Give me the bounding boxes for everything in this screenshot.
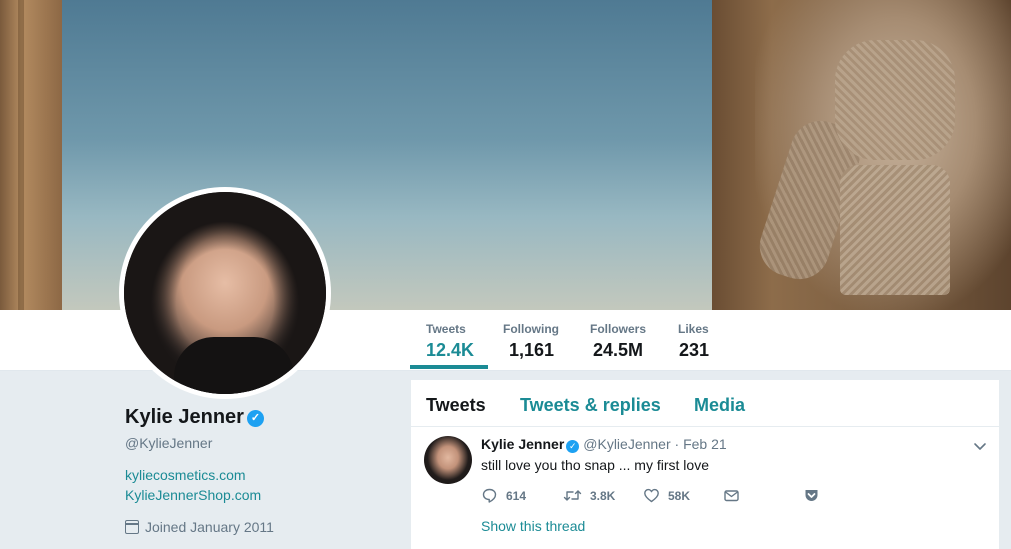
avatar-photo <box>124 192 326 394</box>
pocket-icon <box>805 490 818 501</box>
pocket-button[interactable] <box>803 487 828 504</box>
verified-badge-icon: ✓ <box>246 410 264 427</box>
tweet-author-handle[interactable]: @KylieJenner <box>583 436 670 452</box>
profile-link-website[interactable]: kyliecosmetics.com <box>125 467 246 483</box>
like-icon <box>644 488 659 503</box>
retweet-count: 3.8K <box>590 489 616 503</box>
retweet-icon <box>563 490 582 501</box>
retweet-button[interactable]: 3.8K <box>563 487 615 504</box>
profile-link-shop[interactable]: KylieJennerShop.com <box>125 487 261 503</box>
reply-count: 614 <box>506 489 527 503</box>
stat-label: Followers <box>590 322 647 336</box>
profile-joined: Joined January 2011 <box>125 519 274 535</box>
chevron-down-icon[interactable] <box>973 439 987 453</box>
profile-handle: @KylieJenner <box>125 435 213 451</box>
profile-avatar[interactable] <box>119 187 331 399</box>
banner-figure <box>751 0 1011 310</box>
tab-tweets[interactable]: Tweets <box>426 395 486 416</box>
direct-message-button[interactable] <box>723 487 748 504</box>
stat-label: Following <box>503 322 559 336</box>
joined-text: Joined January 2011 <box>145 519 274 535</box>
profile-name: Kylie Jenner <box>125 406 244 428</box>
timeline-tabs: Tweets Tweets & replies Media <box>411 380 999 427</box>
tweet-item[interactable]: Kylie Jenner ✓ @KylieJenner · Feb 21 still… <box>411 427 999 549</box>
stat-value: 24.5M <box>593 340 644 360</box>
stat-value: 1,161 <box>509 340 555 360</box>
tweet-text: still love you tho snap ... my first lov… <box>481 457 709 473</box>
calendar-icon <box>125 520 139 534</box>
stat-label: Tweets <box>426 322 466 336</box>
stat-value: 231 <box>679 340 710 360</box>
like-button[interactable]: 58K <box>643 487 690 504</box>
show-thread-link[interactable]: Show this thread <box>481 518 585 534</box>
tweet-date[interactable]: · Feb 21 <box>675 436 727 452</box>
direct-message-icon <box>724 490 739 502</box>
timeline: Tweets Tweets & replies Media Kylie Jenn… <box>411 380 999 549</box>
verified-badge-icon: ✓ <box>566 440 580 453</box>
stat-followers[interactable]: Followers 24.5M <box>590 322 646 361</box>
stat-label: Likes <box>678 322 709 336</box>
active-stat-underline <box>410 365 488 369</box>
stat-tweets[interactable]: Tweets 12.4K <box>426 322 474 361</box>
tweet-header: Kylie Jenner ✓ @KylieJenner · Feb 21 <box>481 436 727 453</box>
profile-name-block: Kylie Jenner ✓ <box>125 406 264 429</box>
tweet-author-name[interactable]: Kylie Jenner <box>481 436 564 452</box>
banner-pillar-left <box>0 0 62 310</box>
like-count: 58K <box>668 489 691 503</box>
reply-icon <box>482 488 497 503</box>
tweet-avatar[interactable] <box>424 436 472 484</box>
stat-value: 12.4K <box>426 340 475 360</box>
stat-following[interactable]: Following 1,161 <box>503 322 559 361</box>
stat-likes[interactable]: Likes 231 <box>678 322 709 361</box>
tab-tweets-replies[interactable]: Tweets & replies <box>520 395 661 416</box>
reply-button[interactable]: 614 <box>481 487 526 504</box>
tab-media[interactable]: Media <box>694 395 745 416</box>
